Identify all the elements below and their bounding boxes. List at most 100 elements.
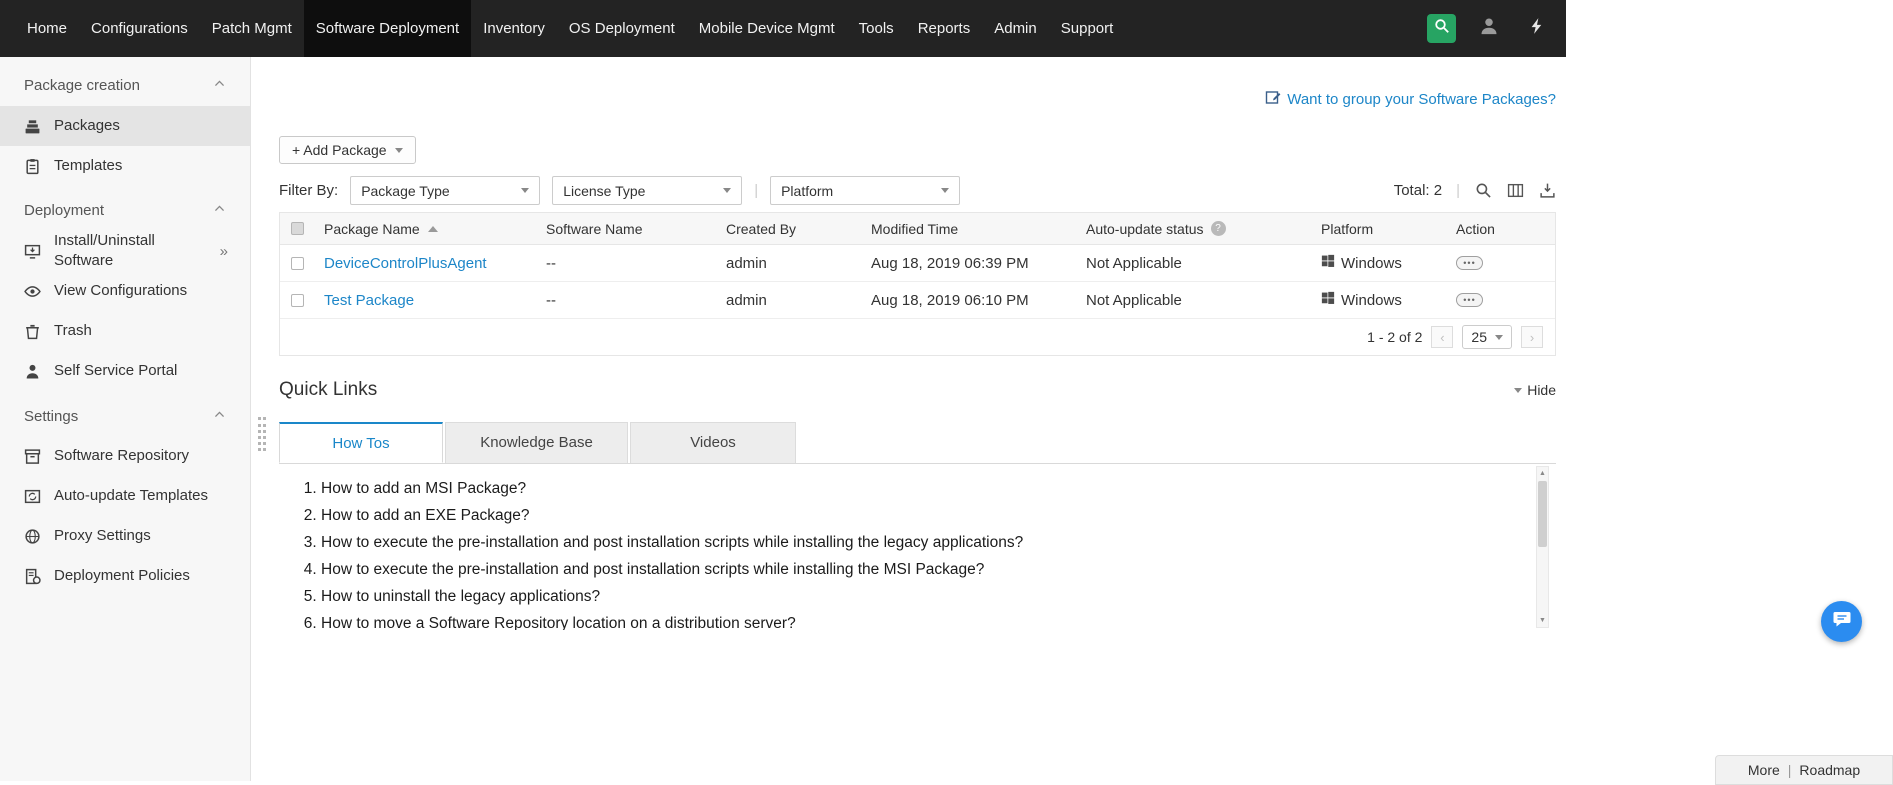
search-icon — [1434, 18, 1450, 39]
header-created-by[interactable]: Created By — [726, 221, 871, 237]
filter-divider: | — [754, 182, 758, 199]
add-package-button[interactable]: + Add Package — [279, 136, 416, 164]
group-packages-icon — [1265, 89, 1281, 110]
dropdown-value: Package Type — [361, 183, 449, 199]
live-agent-button[interactable] — [1474, 14, 1504, 44]
how-to-link[interactable]: How to uninstall the legacy applications… — [321, 588, 1556, 606]
sidebar-item-label: Deployment Policies — [54, 566, 190, 586]
tab-videos[interactable]: Videos — [630, 422, 796, 463]
row-checkbox[interactable] — [291, 257, 304, 270]
tab-how-tos[interactable]: How Tos — [279, 422, 443, 463]
footer-divider: | — [1788, 762, 1792, 778]
quick-links-title: Quick Links — [279, 379, 377, 401]
sidebar-item-auto-update-templates[interactable]: Auto-update Templates — [0, 477, 250, 517]
how-to-link[interactable]: How to move a Software Repository locati… — [321, 615, 1556, 630]
how-to-link[interactable]: How to add an MSI Package? — [321, 480, 1556, 498]
sidebar-section-deployment[interactable]: Deployment — [0, 186, 250, 231]
page-size-value: 25 — [1471, 329, 1487, 345]
header-modified-time[interactable]: Modified Time — [871, 221, 1086, 237]
quick-actions-button[interactable] — [1522, 14, 1552, 44]
self-service-portal-icon — [24, 363, 41, 380]
row-checkbox-cell — [280, 257, 314, 270]
platform-label: Windows — [1341, 292, 1402, 309]
sidebar-item-label: Trash — [54, 321, 92, 341]
group-packages-link[interactable]: Want to group your Software Packages? — [1287, 91, 1556, 108]
scrollbar-thumb[interactable] — [1538, 481, 1547, 547]
table-row: Test Package -- admin Aug 18, 2019 06:10… — [280, 282, 1555, 319]
export-icon[interactable] — [1538, 182, 1556, 200]
nav-configurations[interactable]: Configurations — [79, 0, 200, 57]
nav-support[interactable]: Support — [1049, 0, 1126, 57]
page-size-dropdown[interactable]: 25 — [1462, 325, 1512, 349]
sidebar-item-view-configurations[interactable]: View Configurations — [0, 272, 250, 312]
nav-software-deployment[interactable]: Software Deployment — [304, 0, 471, 57]
submenu-expand-icon[interactable]: » — [220, 243, 228, 260]
vertical-scrollbar[interactable]: ▲ ▼ — [1536, 466, 1549, 628]
sidebar-item-software-repository[interactable]: Software Repository — [0, 437, 250, 477]
header-auto-update-status[interactable]: Auto-update status ? — [1086, 221, 1321, 237]
column-chooser-icon[interactable] — [1506, 182, 1524, 200]
nav-reports[interactable]: Reports — [906, 0, 983, 57]
sidebar-item-self-service-portal[interactable]: Self Service Portal — [0, 352, 250, 392]
row-checkbox[interactable] — [291, 294, 304, 307]
sidebar-item-deployment-policies[interactable]: Deployment Policies — [0, 557, 250, 597]
header-package-name[interactable]: Package Name — [314, 221, 546, 237]
main-content: Want to group your Software Packages? + … — [251, 57, 1566, 781]
row-actions-icon[interactable]: ••• — [1456, 256, 1483, 270]
quick-links-section: Quick Links Hide How Tos Knowledge Base … — [279, 379, 1556, 630]
how-tos-list: How to add an MSI Package? How to add an… — [279, 480, 1556, 630]
created-by-cell: admin — [726, 255, 871, 272]
nav-patch-mgmt[interactable]: Patch Mgmt — [200, 0, 304, 57]
chat-widget-button[interactable] — [1821, 601, 1862, 642]
sidebar-section-package-creation[interactable]: Package creation — [0, 69, 250, 106]
header-software-name[interactable]: Software Name — [546, 221, 726, 237]
header-action: Action — [1456, 221, 1555, 237]
package-link[interactable]: DeviceControlPlusAgent — [324, 255, 487, 272]
sidebar-item-install-uninstall-software[interactable]: Install/Uninstall Software » — [0, 231, 250, 272]
row-actions-icon[interactable]: ••• — [1456, 293, 1483, 307]
header-platform[interactable]: Platform — [1321, 221, 1456, 237]
table-search-icon[interactable] — [1474, 182, 1492, 200]
sidebar-item-packages[interactable]: Packages — [0, 106, 250, 146]
select-all-checkbox[interactable] — [291, 222, 304, 235]
lightning-icon — [1528, 17, 1546, 40]
license-type-dropdown[interactable]: License Type — [552, 176, 742, 205]
platform-dropdown[interactable]: Platform — [770, 176, 960, 205]
next-page-button[interactable]: › — [1521, 326, 1543, 348]
packages-table: Package Name Software Name Created By Mo… — [279, 212, 1556, 356]
help-icon[interactable]: ? — [1211, 221, 1226, 236]
hide-quick-links-link[interactable]: Hide — [1514, 382, 1556, 398]
sidebar-section-settings[interactable]: Settings — [0, 392, 250, 437]
how-to-link[interactable]: How to execute the pre-installation and … — [321, 534, 1556, 552]
package-type-dropdown[interactable]: Package Type — [350, 176, 540, 205]
sidebar-item-label: Self Service Portal — [54, 361, 177, 381]
quick-links-header: Quick Links Hide — [279, 379, 1556, 401]
previous-page-button[interactable]: ‹ — [1431, 326, 1453, 348]
sidebar-item-label: View Configurations — [54, 281, 187, 301]
nav-admin[interactable]: Admin — [982, 0, 1049, 57]
sidebar-item-templates[interactable]: Templates — [0, 146, 250, 186]
add-package-label: + Add Package — [292, 142, 387, 158]
package-link[interactable]: Test Package — [324, 292, 414, 309]
roadmap-link[interactable]: Roadmap — [1799, 762, 1860, 778]
section-title: Package creation — [24, 77, 140, 94]
nav-home[interactable]: Home — [15, 0, 79, 57]
nav-tools[interactable]: Tools — [847, 0, 906, 57]
section-title: Deployment — [24, 202, 104, 219]
nav-inventory[interactable]: Inventory — [471, 0, 557, 57]
scroll-up-icon[interactable]: ▲ — [1537, 467, 1548, 480]
dropdown-value: Platform — [781, 183, 833, 199]
global-search-button[interactable] — [1427, 14, 1456, 43]
pagination-bar: 1 - 2 of 2 ‹ 25 › — [280, 319, 1555, 355]
how-to-link[interactable]: How to add an EXE Package? — [321, 507, 1556, 525]
sidebar-item-proxy-settings[interactable]: Proxy Settings — [0, 517, 250, 557]
how-to-link[interactable]: How to execute the pre-installation and … — [321, 561, 1556, 579]
panel-resize-grip[interactable] — [258, 417, 266, 451]
column-label: Package Name — [324, 221, 420, 237]
more-link[interactable]: More — [1748, 762, 1780, 778]
tab-knowledge-base[interactable]: Knowledge Base — [445, 422, 628, 463]
sidebar-item-trash[interactable]: Trash — [0, 312, 250, 352]
nav-os-deployment[interactable]: OS Deployment — [557, 0, 687, 57]
nav-mobile-device-mgmt[interactable]: Mobile Device Mgmt — [687, 0, 847, 57]
scroll-down-icon[interactable]: ▼ — [1537, 614, 1548, 627]
